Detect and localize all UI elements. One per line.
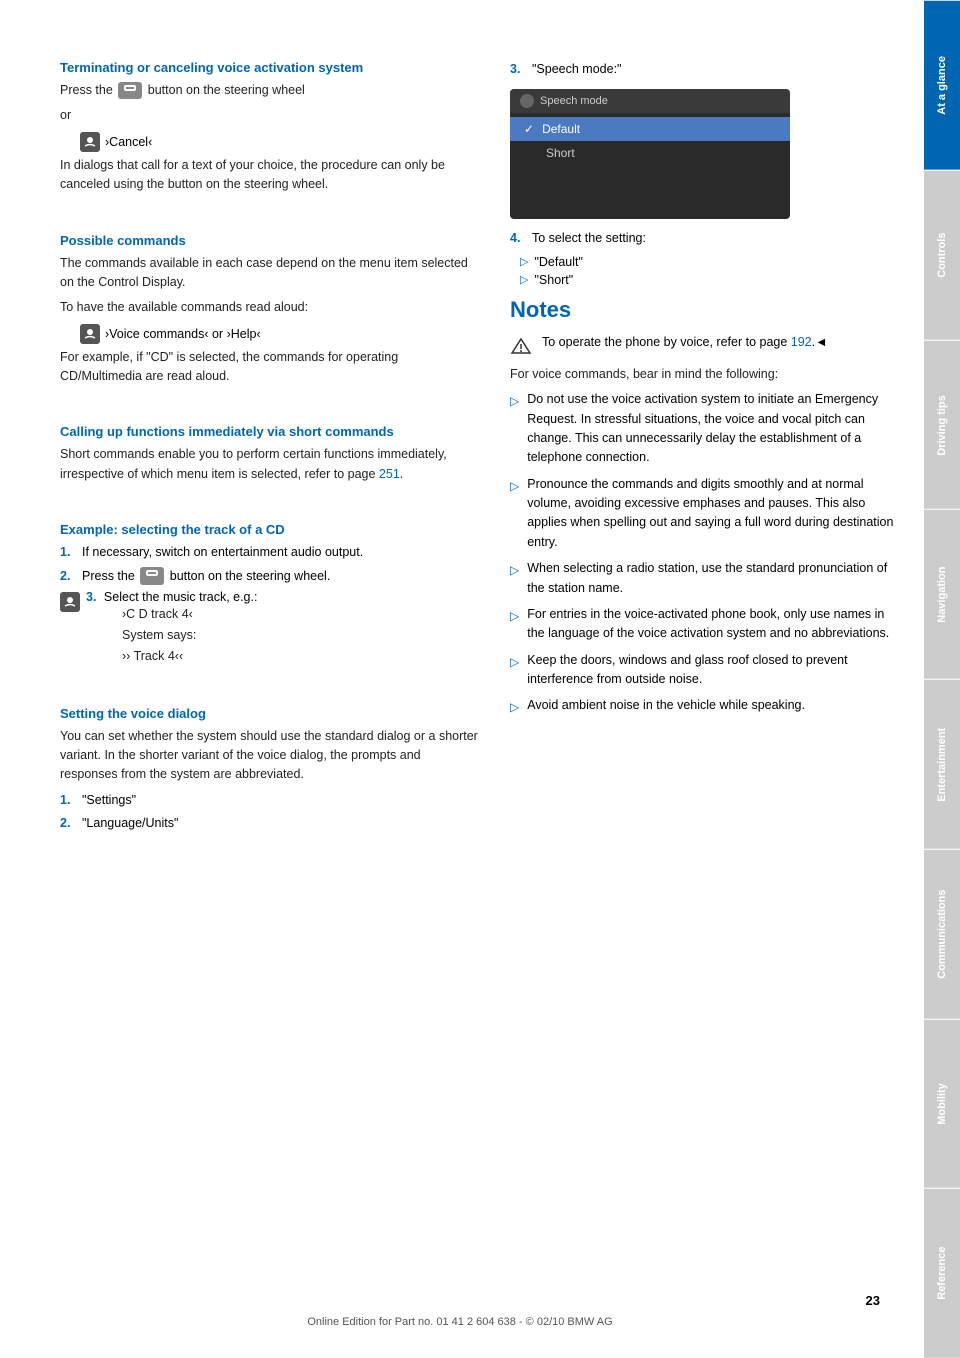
heading-setting: Setting the voice dialog <box>60 706 480 721</box>
note-phone: To operate the phone by voice, refer to … <box>510 333 894 357</box>
note-triangle-icon <box>510 335 532 357</box>
setting-step2: 2. "Language/Units" <box>60 814 480 833</box>
notes-heading: Notes <box>510 297 894 323</box>
setting-steps: 1. "Settings" 2. "Language/Units" <box>60 791 480 834</box>
note-intro: For voice commands, bear in mind the fol… <box>510 365 894 384</box>
notes-section: Notes To operate the phone by voice, ref… <box>510 297 894 717</box>
note-bullet-5: ▷ Avoid ambient noise in the vehicle whi… <box>510 696 894 717</box>
page-number: 23 <box>866 1293 880 1308</box>
step4-short: ▷ "Short" <box>520 273 894 287</box>
right-step3: 3. "Speech mode:" <box>510 60 894 79</box>
calling-page-ref[interactable]: 251 <box>379 467 400 481</box>
speech-mode-icon <box>520 94 534 108</box>
sidebar-tab-driving-tips[interactable]: Driving tips <box>924 340 960 510</box>
note-page-ref[interactable]: 192 <box>791 335 812 349</box>
right-step4: 4. To select the setting: <box>510 229 894 248</box>
note-bullet-4: ▷ Keep the doors, windows and glass roof… <box>510 651 894 690</box>
terminating-text1: Press the button on the steering wheel <box>60 81 480 100</box>
setting-step1: 1. "Settings" <box>60 791 480 810</box>
example-step3: 3. Select the music track, e.g.: ›C D tr… <box>60 590 480 668</box>
speech-mode-titlebar: Speech mode <box>510 89 790 113</box>
example-step2: 2. Press the button on the steering whee… <box>60 567 480 586</box>
cancel-cmd: ›Cancel‹ <box>80 132 480 152</box>
sidebar-tab-reference[interactable]: Reference <box>924 1188 960 1358</box>
sidebar: At a glance Controls Driving tips Naviga… <box>924 0 960 1358</box>
main-content: Terminating or canceling voice activatio… <box>0 0 924 1358</box>
speech-mode-default: ✓ Default <box>510 117 790 141</box>
page-container: Terminating or canceling voice activatio… <box>0 0 960 1358</box>
steering-button-step2 <box>140 567 164 585</box>
possible-text1: The commands available in each case depe… <box>60 254 480 293</box>
possible-text2: To have the available commands read alou… <box>60 298 480 317</box>
sidebar-tab-navigation[interactable]: Navigation <box>924 509 960 679</box>
voice-icon-step3 <box>60 592 80 612</box>
notes-bullets: ▷ Do not use the voice activation system… <box>510 390 894 717</box>
right-column: 3. "Speech mode:" Speech mode ✓ Default <box>510 60 894 1298</box>
speech-mode-image: Speech mode ✓ Default Short <box>510 89 790 219</box>
note-bullet-3: ▷ For entries in the voice-activated pho… <box>510 605 894 644</box>
speech-mode-short: Short <box>510 141 790 165</box>
heading-example: Example: selecting the track of a CD <box>60 522 480 537</box>
note-bullet-0: ▷ Do not use the voice activation system… <box>510 390 894 468</box>
example-step1: 1. If necessary, switch on entertainment… <box>60 543 480 562</box>
voice-commands-cmd: ›Voice commands‹ or ›Help‹ <box>80 324 480 344</box>
sidebar-tab-entertainment[interactable]: Entertainment <box>924 679 960 849</box>
footer-text: Online Edition for Part no. 01 41 2 604 … <box>0 1316 920 1328</box>
voice-icon-cancel <box>80 132 100 152</box>
heading-possible: Possible commands <box>60 233 480 248</box>
setting-text1: You can set whether the system should us… <box>60 727 480 785</box>
sidebar-tab-controls[interactable]: Controls <box>924 170 960 340</box>
step4-options: ▷ "Default" ▷ "Short" <box>520 255 894 287</box>
speech-mode-items: ✓ Default Short <box>510 113 790 169</box>
step4-default: ▷ "Default" <box>520 255 894 269</box>
terminating-text3: In dialogs that call for a text of your … <box>60 156 480 195</box>
left-column: Terminating or canceling voice activatio… <box>60 60 480 1298</box>
sidebar-tab-communications[interactable]: Communications <box>924 849 960 1019</box>
terminating-or: or <box>60 106 480 125</box>
possible-text3: For example, if "CD" is selected, the co… <box>60 348 480 387</box>
note-bullet-1: ▷ Pronounce the commands and digits smoo… <box>510 475 894 553</box>
sidebar-tab-at-a-glance[interactable]: At a glance <box>924 0 960 170</box>
heading-calling: Calling up functions immediately via sho… <box>60 424 480 439</box>
example-steps: 1. If necessary, switch on entertainment… <box>60 543 480 668</box>
heading-terminating: Terminating or canceling voice activatio… <box>60 60 480 75</box>
step3-example: ›C D track 4‹System says:›› Track 4‹‹ <box>122 604 257 668</box>
note-bullet-2: ▷ When selecting a radio station, use th… <box>510 559 894 598</box>
sidebar-tab-mobility[interactable]: Mobility <box>924 1019 960 1189</box>
calling-text: Short commands enable you to perform cer… <box>60 445 480 484</box>
steering-wheel-button <box>118 82 142 100</box>
voice-icon-commands <box>80 324 100 344</box>
